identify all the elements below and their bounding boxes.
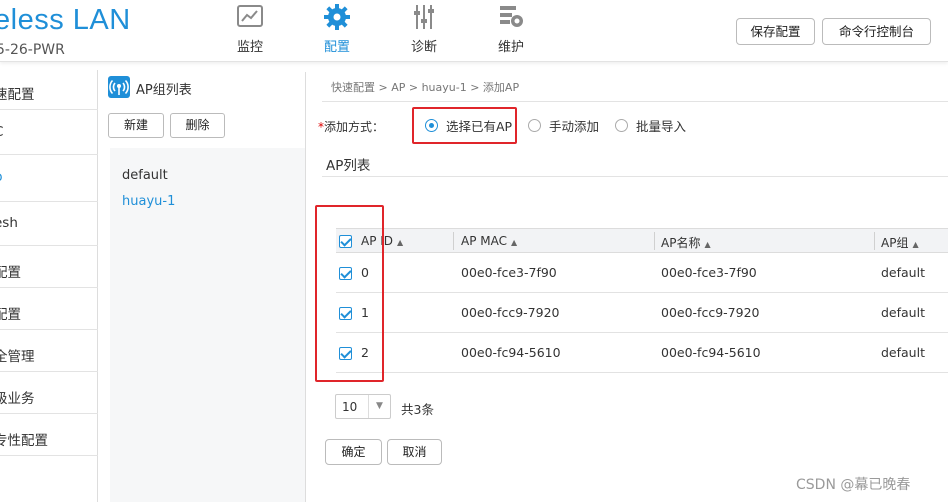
ap-group-list: default huayu-1 (110, 148, 305, 502)
nav-label: 维护 (497, 40, 524, 55)
cell-ap-group: default (881, 265, 925, 280)
panel-divider (305, 72, 306, 502)
left-menu-item-selected[interactable]: p (0, 155, 98, 202)
col-ap-mac[interactable]: AP MAC ▲ (461, 234, 517, 248)
nav-maintain[interactable]: 维护 (481, 4, 541, 60)
column-separator (654, 232, 655, 250)
table-row[interactable]: 1 00e0-fcc9-7920 00e0-fcc9-7920 default (336, 293, 948, 333)
sort-asc-icon: ▲ (397, 238, 404, 247)
sort-asc-icon: ▲ (511, 238, 518, 247)
radio-dot (615, 119, 628, 132)
nav-label: 诊断 (410, 40, 437, 55)
nav-label: 配置 (323, 40, 350, 55)
sort-asc-icon: ▲ (912, 240, 919, 249)
page-size-value: 10 (342, 400, 358, 414)
left-menu-item[interactable]: 配置 (0, 288, 98, 330)
delete-group-button[interactable]: 删除 (170, 113, 225, 138)
column-separator (874, 232, 875, 250)
divider (322, 101, 948, 102)
radio-manual-add[interactable]: 手动添加 (528, 116, 599, 135)
left-menu-item[interactable]: C (0, 110, 98, 155)
table-row[interactable]: 0 00e0-fce3-7f90 00e0-fce3-7f90 default (336, 253, 948, 293)
sort-asc-icon: ▲ (704, 240, 711, 249)
breadcrumb: 快速配置 > AP > huayu-1 > 添加AP (331, 81, 520, 94)
top-header: eless LAN 5-26-PWR 监控 配置 诊断 维护 保存配置 命令行控… (0, 0, 948, 62)
page-size-select[interactable]: 10 ▼ (335, 394, 391, 419)
nav-label: 监控 (236, 40, 263, 55)
left-menu-item[interactable]: esh (0, 202, 98, 246)
cell-ap-name: 00e0-fc94-5610 (661, 345, 761, 360)
ap-group-title: AP组列表 (136, 83, 192, 98)
gear-icon (324, 4, 350, 30)
device-model: 5-26-PWR (0, 42, 65, 58)
nav-diagnose[interactable]: 诊断 (394, 4, 454, 60)
radio-batch-import[interactable]: 批量导入 (615, 116, 686, 135)
left-menu: 速配置 C p esh 配置 配置 全管理 级业务 专性配置 (0, 70, 98, 502)
cell-ap-group: default (881, 305, 925, 320)
highlight-box-add-method (412, 107, 517, 144)
monitor-chart-icon (237, 5, 263, 27)
group-item-default[interactable]: default (122, 168, 168, 183)
sliders-icon (414, 5, 434, 29)
total-count: 共3条 (401, 402, 434, 417)
col-ap-group[interactable]: AP组 ▲ (881, 234, 919, 251)
cell-ap-mac: 00e0-fcc9-7920 (461, 305, 560, 320)
left-menu-item[interactable]: 全管理 (0, 330, 98, 372)
ap-group-panel: AP组列表 新建 删除 default huayu-1 (98, 70, 305, 502)
new-group-button[interactable]: 新建 (108, 113, 164, 138)
table-row[interactable]: 2 00e0-fc94-5610 00e0-fc94-5610 default (336, 333, 948, 373)
radio-dot (528, 119, 541, 132)
nav-monitor[interactable]: 监控 (220, 4, 280, 60)
left-menu-item[interactable]: 级业务 (0, 372, 98, 414)
cell-ap-name: 00e0-fcc9-7920 (661, 305, 760, 320)
column-separator (453, 232, 454, 250)
watermark: CSDN @幕已晚春 (796, 477, 911, 493)
left-menu-item[interactable]: 速配置 (0, 70, 98, 110)
highlight-box-checkboxes (315, 205, 384, 382)
cell-ap-group: default (881, 345, 925, 360)
col-ap-name[interactable]: AP名称 ▲ (661, 234, 711, 251)
cell-ap-mac: 00e0-fc94-5610 (461, 345, 561, 360)
left-menu-item[interactable]: 专性配置 (0, 414, 98, 456)
confirm-button[interactable]: 确定 (325, 439, 382, 465)
group-item-selected[interactable]: huayu-1 (122, 194, 175, 209)
cell-ap-mac: 00e0-fce3-7f90 (461, 265, 557, 280)
cell-ap-name: 00e0-fce3-7f90 (661, 265, 757, 280)
save-config-button[interactable]: 保存配置 (736, 18, 815, 45)
maintenance-icon (500, 6, 523, 27)
divider (322, 176, 948, 177)
ap-list-title: AP列表 (326, 158, 371, 174)
chevron-down-icon: ▼ (368, 395, 390, 418)
left-menu-item[interactable]: 配置 (0, 246, 98, 288)
nav-config[interactable]: 配置 (307, 4, 367, 60)
add-method-label: *添加方式： (318, 120, 385, 134)
product-title: eless LAN (0, 4, 131, 36)
cancel-button[interactable]: 取消 (387, 439, 442, 465)
cli-console-button[interactable]: 命令行控制台 (822, 18, 931, 45)
table-header: AP ID ▲ AP MAC ▲ AP名称 ▲ AP组 ▲ (336, 228, 948, 253)
wireless-ap-icon (108, 76, 130, 98)
